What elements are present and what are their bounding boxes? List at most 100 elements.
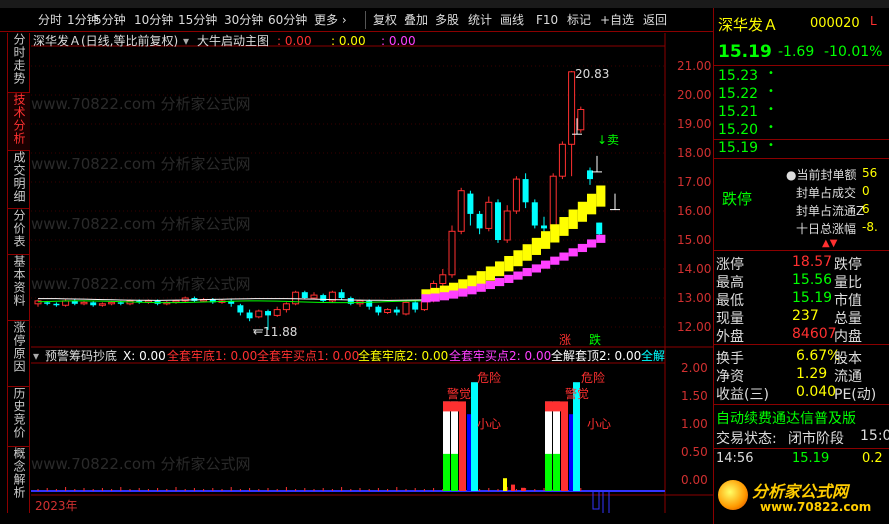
chart-area: 深华发Ａ(日线,等比前复权) ▾ 大牛启动主图 : 0.00 : 0.00 : … bbox=[31, 33, 713, 513]
candle-body bbox=[476, 213, 483, 229]
sidebar-item-limit-reason[interactable]: 涨停原因 bbox=[8, 321, 30, 387]
limit-info-value: -8. bbox=[862, 220, 878, 234]
low-price-label: ←11.88 bbox=[253, 325, 298, 339]
back-button[interactable]: 返回 bbox=[643, 11, 667, 29]
candle-body bbox=[503, 210, 511, 241]
sub-minor-bar bbox=[521, 487, 525, 491]
fuquan-button[interactable]: 复权 bbox=[373, 11, 397, 29]
yellow-band bbox=[504, 256, 514, 272]
indicator-value-1: : 0.00 bbox=[277, 34, 312, 48]
menubar bbox=[0, 0, 889, 8]
candle-body bbox=[568, 71, 576, 145]
yellow-band bbox=[568, 209, 578, 229]
price-axis-tick: 16.00 bbox=[677, 204, 712, 218]
tab-more[interactable]: 更多 › bbox=[314, 11, 347, 29]
candle-body bbox=[320, 295, 327, 301]
magenta-band bbox=[458, 288, 468, 297]
kline-svg[interactable] bbox=[31, 33, 713, 513]
candle-body bbox=[485, 201, 493, 229]
sub-minor-bar bbox=[503, 478, 507, 491]
yellow-band bbox=[596, 185, 606, 207]
candle-body bbox=[237, 305, 244, 313]
quote-value: 18.57 bbox=[792, 254, 833, 270]
quote-value: 84607 bbox=[792, 326, 837, 342]
sidebar-item-concept[interactable]: 概念解析 bbox=[8, 447, 30, 513]
sub-axis-tick: 0.50 bbox=[681, 445, 708, 459]
tab-10min[interactable]: 10分钟 bbox=[134, 11, 173, 29]
magenta-band bbox=[430, 293, 440, 302]
tab-30min[interactable]: 30分钟 bbox=[224, 11, 263, 29]
sub-signal-bar bbox=[459, 401, 466, 491]
magenta-band bbox=[495, 277, 505, 287]
candle-body bbox=[80, 301, 88, 305]
f10-button[interactable]: F10 bbox=[536, 11, 558, 29]
candle-body bbox=[522, 179, 529, 203]
tab-60min[interactable]: 60分钟 bbox=[268, 11, 307, 29]
candle-body bbox=[117, 302, 124, 304]
price-axis-tick: 14.00 bbox=[677, 262, 712, 276]
ma-line-green bbox=[37, 300, 434, 304]
candle-body bbox=[255, 310, 263, 318]
rp-change-pct: -10.01% bbox=[824, 44, 883, 60]
stats-button[interactable]: 统计 bbox=[468, 11, 492, 29]
multi-stock-button[interactable]: 多股 bbox=[435, 11, 459, 29]
candle-body bbox=[301, 292, 308, 298]
tab-fenshi[interactable]: 分时 bbox=[38, 11, 62, 29]
logo-url: www.70822.com bbox=[760, 500, 872, 514]
sidebar-item-fenshi[interactable]: 分时走势 bbox=[8, 33, 30, 93]
sidebar-item-tech[interactable]: 技术分析 bbox=[8, 93, 30, 151]
indicator-value-3: : 0.00 bbox=[381, 34, 416, 48]
tab-5min[interactable]: 5分钟 bbox=[94, 11, 126, 29]
sub-indicator-name[interactable]: 预警筹码抄底 bbox=[45, 349, 117, 363]
stat-label: 净资 bbox=[716, 369, 744, 385]
candle-body bbox=[273, 309, 281, 316]
candle-body bbox=[310, 294, 318, 299]
quote-label: 现量 bbox=[716, 311, 744, 327]
sidebar-item-price-table[interactable]: 分价表 bbox=[8, 209, 30, 255]
quote-label-right: 总量 bbox=[834, 311, 862, 327]
magenta-band bbox=[504, 274, 514, 283]
magenta-band bbox=[531, 264, 541, 273]
candle-body bbox=[375, 306, 382, 313]
sub-item-1: 全套牢底1: 0.00 bbox=[167, 349, 258, 363]
sub-axis-tick: 0.00 bbox=[681, 473, 708, 487]
quote-value: 237 bbox=[792, 308, 819, 324]
sub-dropdown-icon[interactable]: ▾ bbox=[33, 349, 39, 363]
magenta-band bbox=[550, 256, 560, 265]
sub-neg-bar bbox=[602, 490, 610, 513]
stat-label: 收益(三) bbox=[716, 387, 769, 403]
tab-15min[interactable]: 15分钟 bbox=[178, 11, 217, 29]
yellow-band bbox=[522, 244, 532, 261]
candle-body bbox=[467, 193, 474, 214]
candle-body bbox=[44, 302, 51, 304]
candle-body bbox=[265, 311, 271, 316]
quote-label: 涨停 bbox=[716, 257, 744, 273]
mark-button[interactable]: 标记 bbox=[567, 11, 591, 29]
magenta-band bbox=[485, 280, 495, 290]
ma-line-white bbox=[37, 298, 434, 301]
draw-line-button[interactable]: 画线 bbox=[500, 11, 524, 29]
magenta-band bbox=[449, 290, 459, 299]
dropdown-arrow-icon[interactable]: ▾ bbox=[183, 34, 189, 48]
sub-annotation-danger-2: 危险 bbox=[581, 371, 606, 385]
zhang-label: 涨 bbox=[559, 333, 572, 347]
high-price-label: 20.83 bbox=[575, 67, 610, 81]
indicator-name[interactable]: 大牛启动主图 bbox=[197, 34, 269, 48]
candle-body bbox=[282, 303, 290, 311]
add-watchlist-button[interactable]: +自选 bbox=[600, 11, 634, 29]
die-label: 跌 bbox=[589, 333, 602, 347]
sidebar-item-auction[interactable]: 历史竞价 bbox=[8, 387, 30, 447]
sidebar-item-trades[interactable]: 成交明细 bbox=[8, 151, 30, 209]
promo-text[interactable]: 自动续费通达信普及版 bbox=[716, 408, 889, 427]
candle-body bbox=[384, 309, 392, 314]
price-axis-tick: 21.00 bbox=[677, 59, 712, 73]
candle-body bbox=[448, 230, 456, 276]
sub-signal-bar bbox=[471, 382, 478, 491]
price-axis-tick: 15.00 bbox=[677, 233, 712, 247]
magenta-band bbox=[559, 252, 569, 261]
candle-body bbox=[246, 312, 253, 319]
sub-axis-tick: 2.00 bbox=[681, 361, 708, 375]
candle-body bbox=[412, 302, 419, 310]
sidebar-item-basic-info[interactable]: 基本资料 bbox=[8, 255, 30, 321]
overlay-button[interactable]: 叠加 bbox=[404, 11, 428, 29]
